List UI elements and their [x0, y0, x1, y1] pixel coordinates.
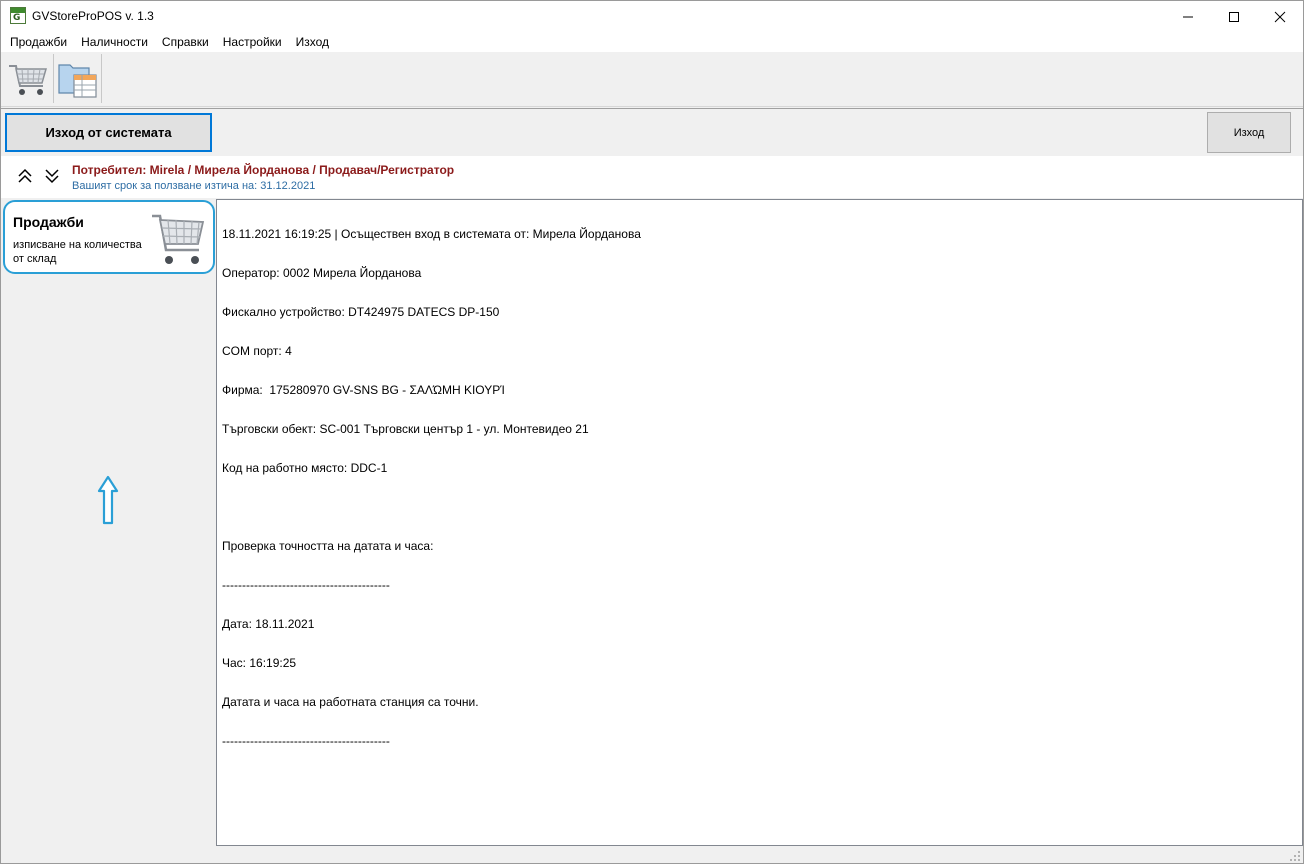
- log-line: ----------------------------------------…: [222, 578, 390, 592]
- shopping-cart-icon: [152, 214, 205, 264]
- user-info-bar: Потребител: Mirela / Мирела Йорданова / …: [1, 156, 1303, 198]
- log-line: Фирма: 175280970 GV-SNS BG - ΣΑΛΏΜΗ ΚΙΟΥ…: [222, 383, 505, 397]
- log-line: ----------------------------------------…: [222, 734, 390, 748]
- left-panel: Продажби изписване на количества от скла…: [1, 198, 215, 846]
- close-icon: [1274, 11, 1286, 22]
- resize-grip-icon[interactable]: [1289, 850, 1301, 862]
- shopping-cart-icon: [8, 64, 47, 95]
- current-user-label: Потребител: Mirela / Мирела Йорданова / …: [72, 163, 455, 177]
- minimize-button[interactable]: [1165, 1, 1211, 32]
- log-line: Търговски обект: SC-001 Търговски център…: [222, 422, 589, 436]
- app-logo-icon: G: [10, 7, 26, 24]
- title-bar[interactable]: G GVStoreProPOS v. 1.3: [1, 1, 1303, 32]
- maximize-icon: [1229, 11, 1239, 22]
- log-line: COM порт: 4: [222, 344, 292, 358]
- sales-tile[interactable]: Продажби изписване на количества от скла…: [3, 200, 215, 274]
- collapse-button[interactable]: [16, 167, 34, 185]
- toolbar-stock-button[interactable]: [53, 54, 102, 103]
- menu-stock[interactable]: Наличности: [74, 32, 155, 52]
- app-window: G GVStoreProPOS v. 1.3 Продажби Наличнос…: [0, 0, 1304, 864]
- exit-button[interactable]: Изход: [1207, 112, 1291, 153]
- close-button[interactable]: [1257, 1, 1303, 32]
- log-line: Оператор: 0002 Мирела Йорданова: [222, 266, 422, 280]
- sales-tile-description: изписване на количества от склад: [13, 239, 142, 265]
- maximize-button[interactable]: [1211, 1, 1257, 32]
- menu-settings[interactable]: Настройки: [216, 32, 289, 52]
- exit-system-button[interactable]: Изход от системата: [5, 113, 212, 152]
- menu-sales[interactable]: Продажби: [3, 32, 74, 52]
- action-bar: Изход от системата Изход: [1, 108, 1303, 156]
- log-line: Дата: 18.11.2021: [222, 617, 315, 631]
- arrow-up-icon: [97, 475, 119, 525]
- log-line: Датата и часа на работната станция са то…: [222, 695, 479, 709]
- window-title: GVStoreProPOS v. 1.3: [32, 9, 154, 23]
- menu-reports[interactable]: Справки: [155, 32, 216, 52]
- toolbar-sales-button[interactable]: [3, 54, 52, 103]
- chevron-down-double-icon: [45, 169, 59, 184]
- menu-exit[interactable]: Изход: [289, 32, 336, 52]
- folder-table-icon: [57, 63, 97, 98]
- expand-button[interactable]: [43, 167, 61, 185]
- chevron-up-double-icon: [18, 168, 32, 183]
- license-expiry-label: Вашият срок за ползване изтича на: 31.12…: [72, 180, 316, 192]
- log-line: Фискално устройство: DT424975 DATECS DP-…: [222, 305, 500, 319]
- log-line: Час: 16:19:25: [222, 656, 297, 670]
- status-bar: [1, 846, 1303, 863]
- log-line: 18.11.2021 16:19:25 | Осъществен вход в …: [222, 227, 641, 241]
- sales-tile-title: Продажби: [13, 214, 84, 230]
- log-line: Проверка точността на датата и часа:: [222, 539, 434, 553]
- minimize-icon: [1183, 16, 1193, 17]
- toolbar: [1, 52, 1303, 107]
- menu-bar: Продажби Наличности Справки Настройки Из…: [1, 32, 1303, 52]
- session-log[interactable]: 18.11.2021 16:19:25 | Осъществен вход в …: [216, 199, 1303, 846]
- log-line: Код на работно място: DDC-1: [222, 461, 388, 475]
